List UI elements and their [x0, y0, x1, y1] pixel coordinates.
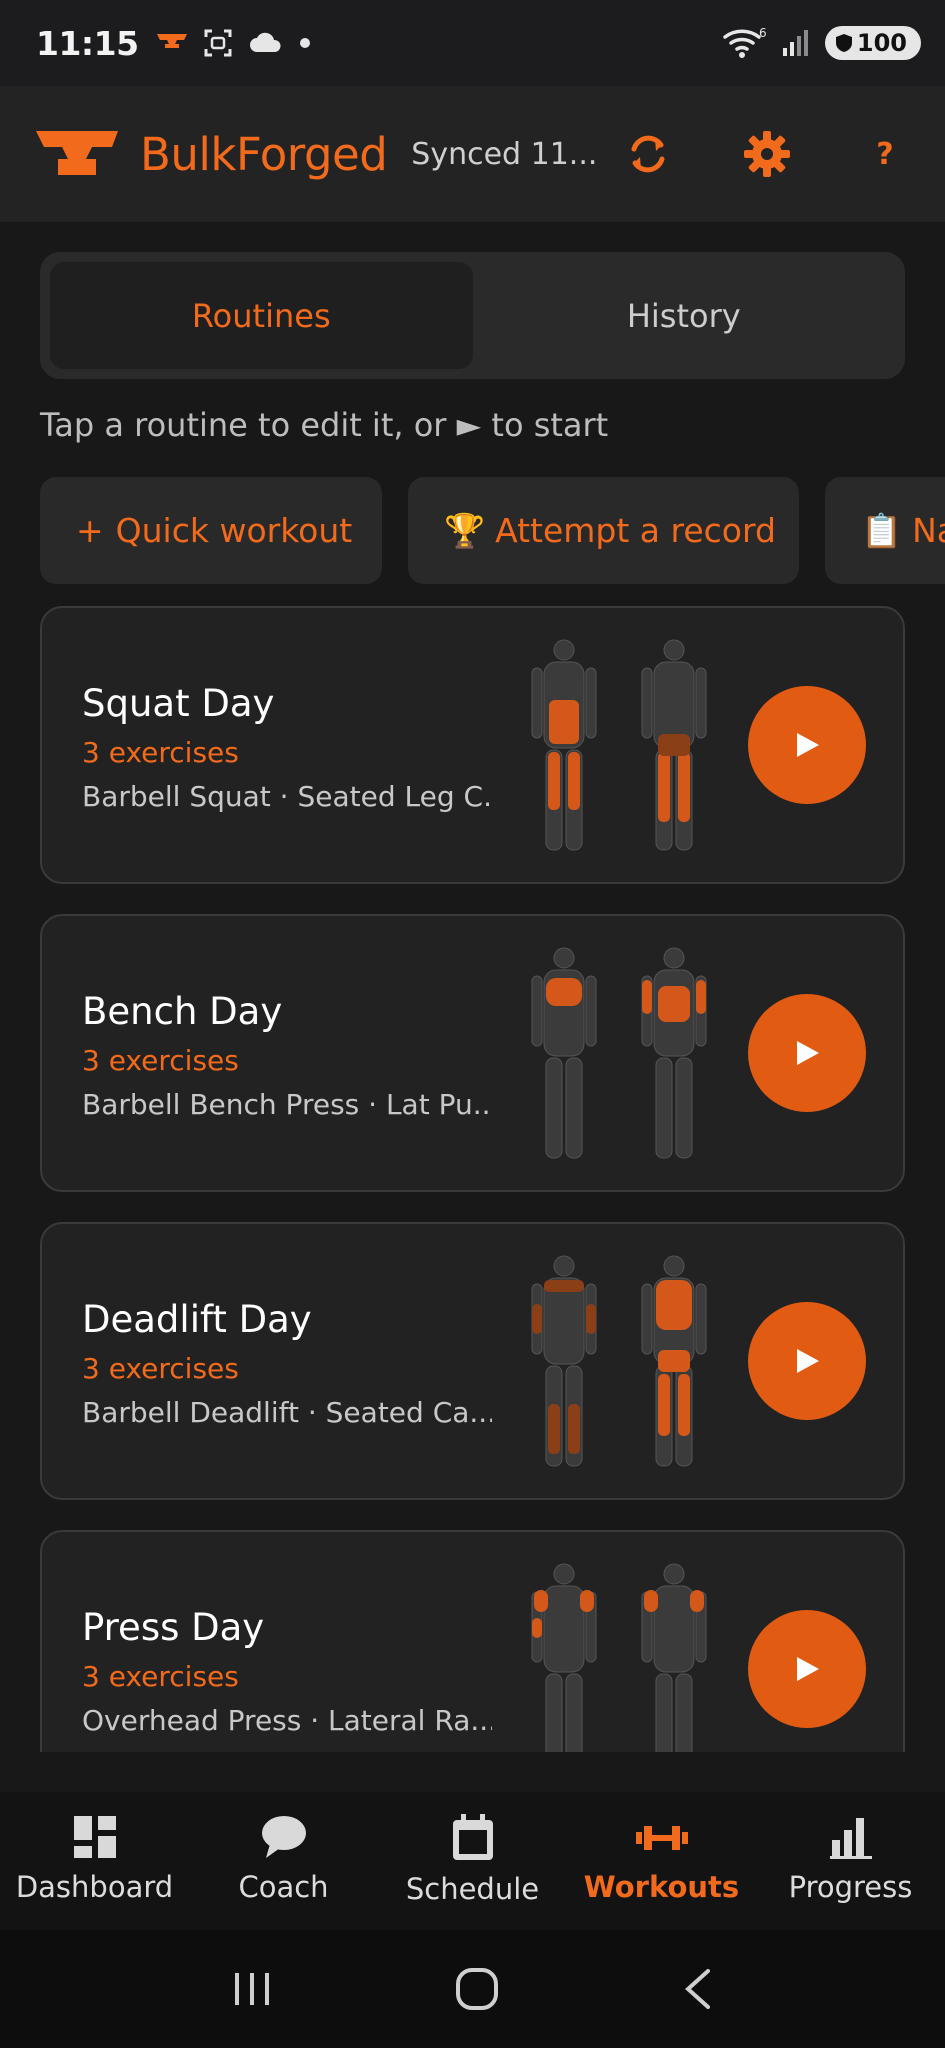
routine-card-press-day[interactable]: Press Day 3 exercises Overhead Press · L… [40, 1530, 905, 1752]
screenshot-icon [204, 29, 232, 57]
nav-label: Coach [238, 1870, 329, 1904]
exercise-summary: Barbell Bench Press · Lat Pu... [82, 1088, 492, 1121]
sync-button[interactable] [608, 86, 688, 222]
nav-label: Progress [788, 1870, 913, 1904]
settings-button[interactable] [727, 86, 807, 222]
exercise-count: 3 exercises [82, 1660, 239, 1693]
attempt-record-button[interactable]: 🏆 Attempt a record [408, 477, 799, 584]
nav-label: Schedule [405, 1872, 540, 1906]
play-icon [797, 733, 819, 757]
status-notification-icons [156, 28, 311, 58]
routine-name: Bench Day [82, 990, 283, 1033]
cloud-icon [249, 32, 281, 52]
battery-level: 100 [856, 29, 907, 57]
trophy-icon: 🏆 [444, 510, 486, 550]
play-icon [797, 1041, 819, 1065]
anvil-logo-icon [36, 131, 118, 175]
muscle-map-icon [531, 1563, 707, 1752]
sync-icon [631, 135, 665, 173]
exercise-count: 3 exercises [82, 736, 239, 769]
play-icon [797, 1657, 819, 1681]
status-bar: 11:15 6 100 [0, 0, 945, 86]
nav-schedule[interactable]: Schedule [378, 1792, 567, 1930]
status-time: 11:15 [36, 23, 139, 63]
signal-icon [782, 30, 808, 56]
bar-chart-icon [829, 1818, 872, 1859]
calendar-icon [452, 1814, 493, 1860]
routine-name: Squat Day [82, 682, 275, 725]
exercise-summary: Barbell Squat · Seated Leg C... [82, 780, 492, 813]
start-routine-button[interactable] [748, 994, 866, 1112]
sync-status: Synced 11... [411, 136, 598, 172]
nav-dashboard[interactable]: Dashboard [0, 1792, 189, 1930]
exercise-count: 3 exercises [82, 1352, 239, 1385]
nav-label: Dashboard [15, 1870, 174, 1904]
routine-list[interactable]: Squat Day 3 exercises Barbell Squat · Se… [40, 606, 905, 1752]
svg-text:6: 6 [759, 27, 767, 40]
tab-routines[interactable]: Routines [50, 262, 473, 369]
recent-apps-icon[interactable] [231, 1969, 273, 2009]
muscle-map-icon [531, 947, 707, 1159]
exercise-summary: Overhead Press · Lateral Ra... [82, 1704, 492, 1737]
tab-history[interactable]: History [473, 262, 896, 369]
shield-icon [835, 34, 852, 52]
wifi-icon: 6 [723, 27, 767, 58]
clipboard-icon: 📋 [861, 510, 903, 550]
exercise-summary: Barbell Deadlift · Seated Ca... [82, 1396, 492, 1429]
routine-card-bench-day[interactable]: Bench Day 3 exercises Barbell Bench Pres… [40, 914, 905, 1192]
app-header: BulkForged Synced 11... ? [0, 86, 945, 222]
third-action-label: Na [912, 511, 945, 550]
hint-text: Tap a routine to edit it, or ► to start [40, 406, 609, 444]
routine-name: Press Day [82, 1606, 265, 1649]
attempt-record-label: Attempt a record [495, 511, 776, 550]
quick-actions-row[interactable]: + Quick workout 🏆 Attempt a record 📋 Na [40, 477, 945, 584]
gear-icon [744, 131, 790, 177]
routine-card-deadlift-day[interactable]: Deadlift Day 3 exercises Barbell Deadlif… [40, 1222, 905, 1500]
start-routine-button[interactable] [748, 1302, 866, 1420]
system-navigation-bar [0, 1930, 945, 2048]
chat-icon [261, 1816, 306, 1858]
muscle-map-icon [531, 1255, 707, 1467]
quick-workout-button[interactable]: + Quick workout [40, 477, 382, 584]
view-tabs: Routines History [40, 252, 905, 379]
start-routine-button[interactable] [748, 1610, 866, 1728]
routine-card-squat-day[interactable]: Squat Day 3 exercises Barbell Squat · Se… [40, 606, 905, 884]
home-icon[interactable] [454, 1966, 500, 2012]
battery-indicator: 100 [824, 26, 921, 60]
bottom-navigation: Dashboard Coach Schedule Workouts Progre… [0, 1792, 945, 1930]
back-icon[interactable] [682, 1967, 714, 2011]
exercise-count: 3 exercises [82, 1044, 239, 1077]
third-action-button[interactable]: 📋 Na [825, 477, 945, 584]
dashboard-icon [73, 1816, 116, 1858]
start-routine-button[interactable] [748, 686, 866, 804]
quick-workout-label: Quick workout [115, 511, 353, 550]
muscle-map-icon [531, 639, 707, 851]
dot-icon [299, 38, 310, 48]
nav-progress[interactable]: Progress [756, 1792, 945, 1930]
nav-workouts[interactable]: Workouts [567, 1792, 756, 1930]
nav-coach[interactable]: Coach [189, 1792, 378, 1930]
plus-icon: + [76, 511, 104, 550]
help-button[interactable]: ? [845, 86, 925, 222]
dumbbell-icon [635, 1826, 688, 1850]
app-title: BulkForged [140, 127, 388, 181]
anvil-notification-icon [156, 34, 187, 48]
nav-label: Workouts [583, 1870, 740, 1904]
routine-name: Deadlift Day [82, 1298, 312, 1341]
play-icon [797, 1349, 819, 1373]
